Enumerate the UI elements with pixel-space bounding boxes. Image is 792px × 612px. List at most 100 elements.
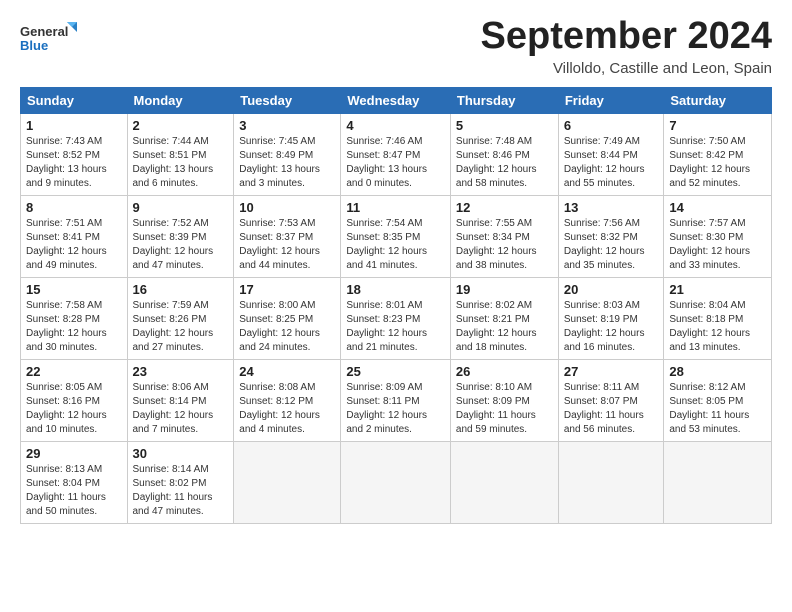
sunset-text: Sunset: 8:09 PM [456, 396, 530, 407]
sunrise-text: Sunrise: 7:45 AM [239, 136, 315, 147]
calendar-day-cell: 30Sunrise: 8:14 AMSunset: 8:02 PMDayligh… [127, 441, 234, 523]
sunset-text: Sunset: 8:12 PM [239, 396, 313, 407]
sunrise-text: Sunrise: 7:56 AM [564, 218, 640, 229]
sunrise-text: Sunrise: 8:08 AM [239, 382, 315, 393]
day-info: Sunrise: 8:02 AMSunset: 8:21 PMDaylight:… [456, 299, 553, 355]
sunrise-text: Sunrise: 8:13 AM [26, 464, 102, 475]
header-friday: Friday [558, 87, 664, 113]
logo: General Blue [20, 20, 80, 64]
calendar-week-row: 8 Sunrise: 7:51 AM Sunset: 8:41 PM Daylight… [21, 195, 772, 277]
calendar-day-cell: 28Sunrise: 8:12 AMSunset: 8:05 PMDayligh… [664, 359, 772, 441]
sunset-text: Sunset: 8:26 PM [133, 314, 207, 325]
calendar-day-cell: 13 Sunrise: 7:56 AMSunset: 8:32 PMDayligh… [558, 195, 664, 277]
day-info: Sunrise: 8:05 AMSunset: 8:16 PMDaylight:… [26, 381, 122, 437]
calendar-day-cell: 14Sunrise: 7:57 AMSunset: 8:30 PMDayligh… [664, 195, 772, 277]
sunset-text: Sunset: 8:14 PM [133, 396, 207, 407]
sunset-text: Sunset: 8:42 PM [669, 150, 743, 161]
sunrise-text: Sunrise: 7:51 AM [26, 218, 102, 229]
day-info: Sunrise: 8:01 AMSunset: 8:23 PMDaylight:… [346, 299, 445, 355]
daylight-text: Daylight: 11 hours and 59 minutes. [456, 410, 536, 435]
sunset-text: Sunset: 8:51 PM [133, 150, 207, 161]
day-info: Sunrise: 8:08 AMSunset: 8:12 PMDaylight:… [239, 381, 335, 437]
day-number: 17 [239, 282, 335, 297]
day-info: Sunrise: 7:58 AMSunset: 8:28 PMDaylight:… [26, 299, 122, 355]
calendar-day-cell: 2Sunrise: 7:44 AMSunset: 8:51 PMDaylight… [127, 113, 234, 195]
sunrise-text: Sunrise: 8:12 AM [669, 382, 745, 393]
daylight-text: Daylight: 12 hours and 38 minutes. [456, 246, 537, 271]
header-saturday: Saturday [664, 87, 772, 113]
daylight-text: Daylight: 12 hours and 52 minutes. [669, 164, 750, 189]
daylight-text: Daylight: 11 hours and 53 minutes. [669, 410, 749, 435]
day-info: Sunrise: 7:50 AM Sunset: 8:42 PM Daylight:… [669, 135, 766, 191]
sunset-text: Sunset: 8:52 PM [26, 150, 100, 161]
day-number: 13 [564, 200, 659, 215]
sunrise-text: Sunrise: 8:11 AM [564, 382, 639, 393]
day-info: Sunrise: 8:11 AMSunset: 8:07 PMDaylight:… [564, 381, 659, 437]
sunrise-text: Sunrise: 8:01 AM [346, 300, 422, 311]
day-number: 2 [133, 118, 229, 133]
sunset-text: Sunset: 8:46 PM [456, 150, 530, 161]
calendar-day-cell [341, 441, 451, 523]
day-info: Sunrise: 7:56 AMSunset: 8:32 PMDaylight:… [564, 217, 659, 273]
daylight-text: Daylight: 11 hours and 47 minutes. [133, 492, 213, 517]
header-wednesday: Wednesday [341, 87, 451, 113]
calendar-day-cell: 4 Sunrise: 7:46 AM Sunset: 8:47 PM Daylight… [341, 113, 451, 195]
calendar-day-cell: 9Sunrise: 7:52 AMSunset: 8:39 PMDaylight… [127, 195, 234, 277]
sunrise-text: Sunrise: 7:57 AM [669, 218, 745, 229]
sunset-text: Sunset: 8:28 PM [26, 314, 100, 325]
sunset-text: Sunset: 8:02 PM [133, 478, 207, 489]
day-number: 1 [26, 118, 122, 133]
day-number: 4 [346, 118, 445, 133]
day-info: Sunrise: 7:59 AMSunset: 8:26 PMDaylight:… [133, 299, 229, 355]
day-number: 7 [669, 118, 766, 133]
day-info: Sunrise: 7:54 AMSunset: 8:35 PMDaylight:… [346, 217, 445, 273]
day-number: 12 [456, 200, 553, 215]
day-number: 19 [456, 282, 553, 297]
calendar-day-cell: 18Sunrise: 8:01 AMSunset: 8:23 PMDayligh… [341, 277, 451, 359]
daylight-text: Daylight: 12 hours and 2 minutes. [346, 410, 427, 435]
sunrise-text: Sunrise: 7:50 AM [669, 136, 745, 147]
day-number: 8 [26, 200, 122, 215]
daylight-text: Daylight: 12 hours and 18 minutes. [456, 328, 537, 353]
day-number: 26 [456, 364, 553, 379]
daylight-text: Daylight: 12 hours and 21 minutes. [346, 328, 427, 353]
day-number: 23 [133, 364, 229, 379]
day-info: Sunrise: 7:55 AMSunset: 8:34 PMDaylight:… [456, 217, 553, 273]
sunrise-text: Sunrise: 7:46 AM [346, 136, 422, 147]
day-number: 20 [564, 282, 659, 297]
daylight-text: Daylight: 12 hours and 10 minutes. [26, 410, 107, 435]
calendar-day-cell [664, 441, 772, 523]
calendar-table: Sunday Monday Tuesday Wednesday Thursday… [20, 87, 772, 524]
calendar-week-row: 15Sunrise: 7:58 AMSunset: 8:28 PMDayligh… [21, 277, 772, 359]
daylight-text: Daylight: 13 hours and 0 minutes. [346, 164, 427, 189]
daylight-text: Daylight: 12 hours and 33 minutes. [669, 246, 750, 271]
day-info: Sunrise: 8:10 AMSunset: 8:09 PMDaylight:… [456, 381, 553, 437]
day-number: 21 [669, 282, 766, 297]
daylight-text: Daylight: 13 hours and 6 minutes. [133, 164, 214, 189]
calendar-day-cell: 1 Sunrise: 7:43 AMSunset: 8:52 PMDaylight… [21, 113, 128, 195]
sunset-text: Sunset: 8:47 PM [346, 150, 420, 161]
day-number: 3 [239, 118, 335, 133]
calendar-day-cell: 22 Sunrise: 8:05 AMSunset: 8:16 PMDayligh… [21, 359, 128, 441]
day-number: 27 [564, 364, 659, 379]
header-sunday: Sunday [21, 87, 128, 113]
day-info: Sunrise: 8:04 AMSunset: 8:18 PMDaylight:… [669, 299, 766, 355]
day-number: 6 [564, 118, 659, 133]
daylight-text: Daylight: 12 hours and 16 minutes. [564, 328, 645, 353]
month-title: September 2024 [481, 16, 773, 58]
calendar-day-cell: 16Sunrise: 7:59 AMSunset: 8:26 PMDayligh… [127, 277, 234, 359]
daylight-text: Daylight: 12 hours and 24 minutes. [239, 328, 320, 353]
calendar-day-cell: 21 Sunrise: 8:04 AMSunset: 8:18 PMDayligh… [664, 277, 772, 359]
daylight-text: Daylight: 12 hours and 41 minutes. [346, 246, 427, 271]
calendar-day-cell: 5Sunrise: 7:48 AMSunset: 8:46 PMDaylight… [450, 113, 558, 195]
header: General Blue September 2024 Villoldo, Ca… [20, 16, 772, 77]
sunset-text: Sunset: 8:34 PM [456, 232, 530, 243]
sunset-text: Sunset: 8:41 PM [26, 232, 100, 243]
day-info: Sunrise: 7:43 AMSunset: 8:52 PMDaylight:… [26, 135, 122, 191]
day-info: Sunrise: 8:14 AMSunset: 8:02 PMDaylight:… [133, 463, 229, 519]
day-info: Sunrise: 8:03 AMSunset: 8:19 PMDaylight:… [564, 299, 659, 355]
logo-svg: General Blue [20, 20, 80, 64]
sunrise-text: Sunrise: 8:00 AM [239, 300, 315, 311]
day-number: 22 [26, 364, 122, 379]
day-info: Sunrise: 7:46 AM Sunset: 8:47 PM Daylight:… [346, 135, 445, 191]
